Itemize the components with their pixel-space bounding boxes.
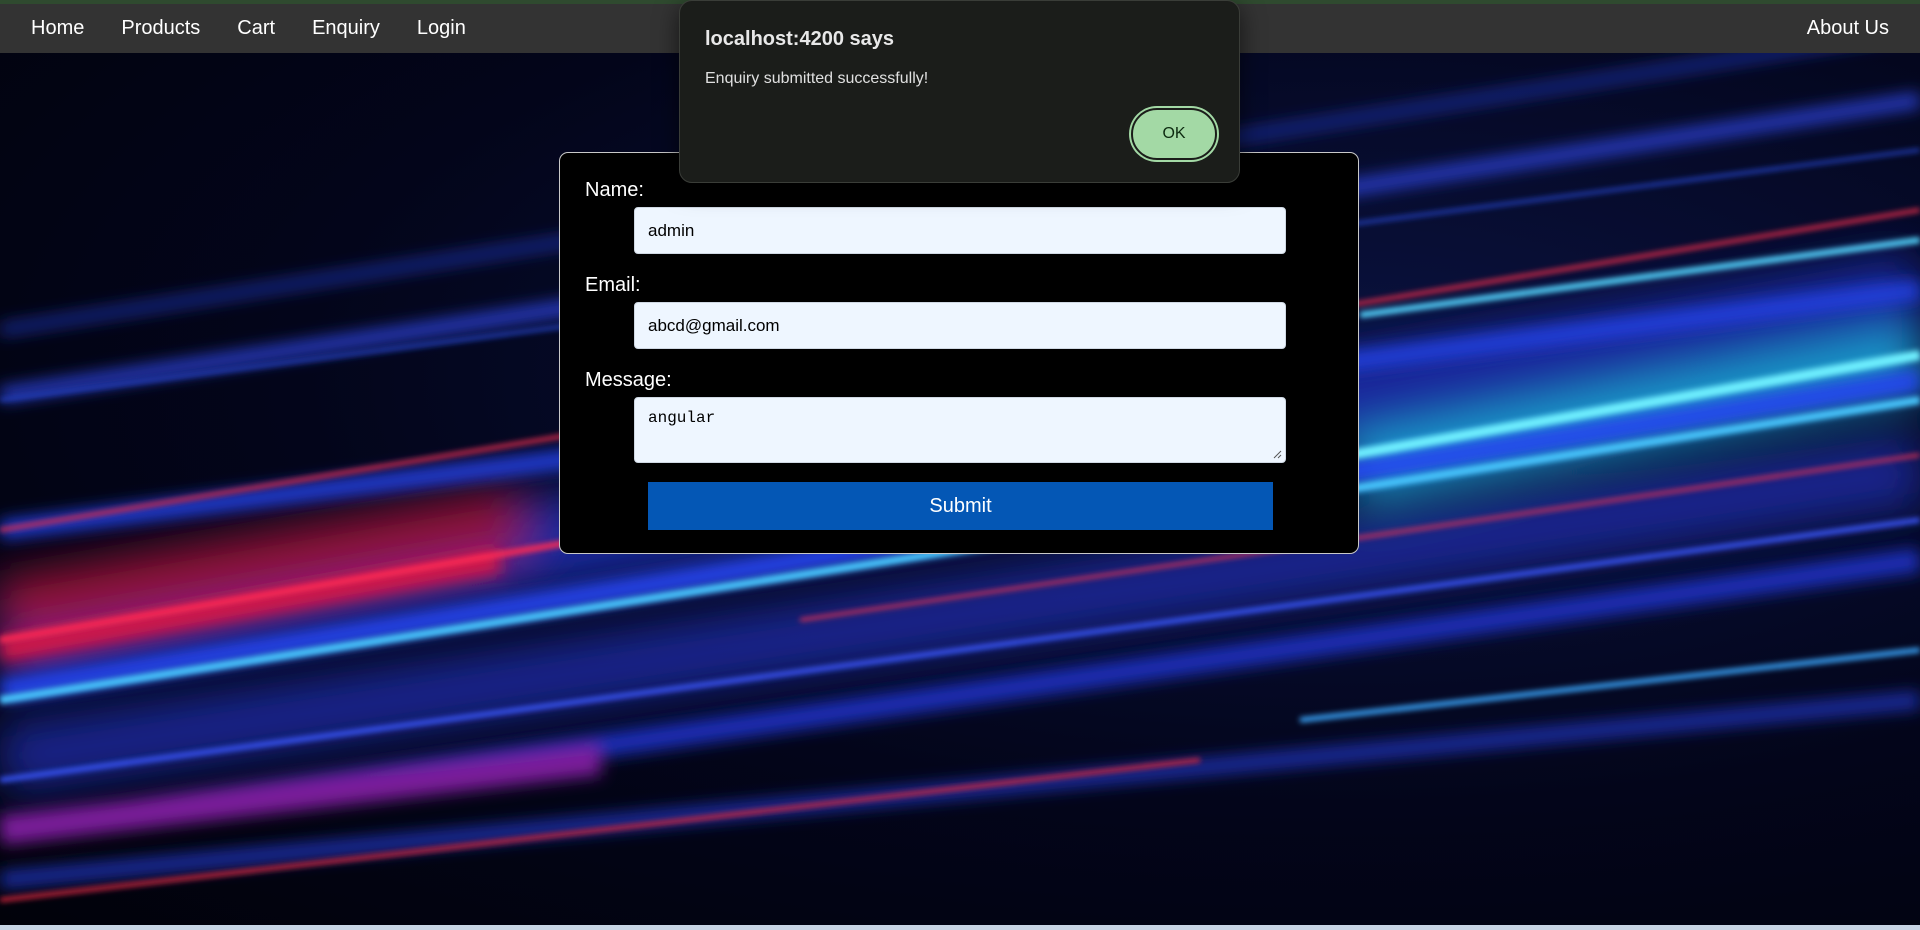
nav-links: Home Products Cart Enquiry Login (0, 17, 503, 40)
alert-dialog: localhost:4200 says Enquiry submitted su… (679, 0, 1240, 183)
message-label: Message: (585, 369, 672, 391)
email-label: Email: (585, 274, 641, 296)
nav-cart-link[interactable]: Cart (237, 17, 275, 40)
nav-right: About Us (1807, 4, 1889, 53)
submit-button[interactable]: Submit (648, 482, 1273, 530)
dialog-message: Enquiry submitted successfully! (705, 70, 929, 87)
dialog-ok-button[interactable]: OK (1131, 108, 1217, 160)
name-label: Name: (585, 179, 644, 201)
nav-home-link[interactable]: Home (31, 17, 84, 40)
nav-enquiry-link[interactable]: Enquiry (312, 17, 380, 40)
bottom-strip (0, 925, 1920, 930)
enquiry-form: Name: admin Email: abcd@gmail.com Messag… (559, 152, 1359, 554)
nav-login-link[interactable]: Login (417, 17, 466, 40)
nav-about-us-link[interactable]: About Us (1807, 17, 1889, 40)
nav-products-link[interactable]: Products (121, 17, 200, 40)
email-input[interactable]: abcd@gmail.com (634, 302, 1286, 349)
message-text: angular (648, 409, 716, 427)
dialog-title: localhost:4200 says (705, 28, 894, 50)
resize-grip-icon[interactable] (1272, 449, 1282, 459)
message-textarea[interactable]: angular (634, 397, 1286, 463)
name-input[interactable]: admin (634, 207, 1286, 254)
